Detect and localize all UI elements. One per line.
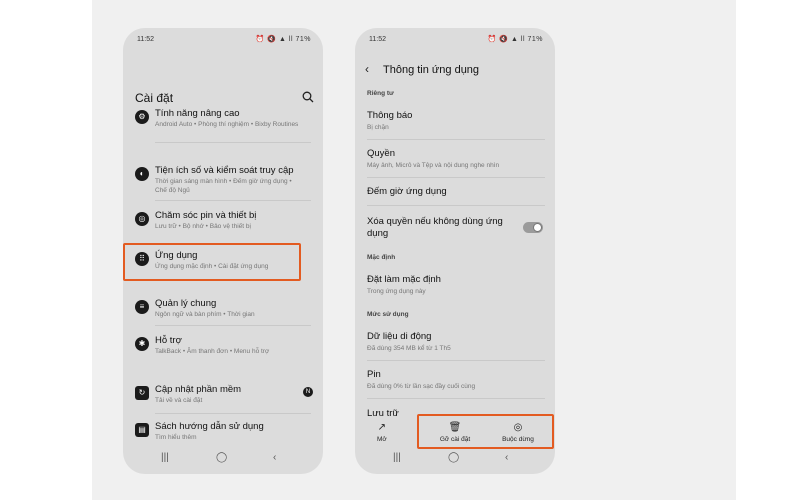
section-header-privacy: Riêng tư [367,90,394,97]
item-subtitle: Tìm hiểu thêm [155,434,197,441]
recent-apps-icon[interactable]: ||| [393,452,401,463]
user-manual-icon: ▤ [135,423,149,437]
page-title: Thông tin ứng dụng [383,64,480,76]
divider [155,200,311,201]
new-badge: N [303,387,313,397]
divider [367,205,545,206]
divider [367,398,545,399]
uninstall-forcestop-highlight-box [417,414,554,449]
open-button[interactable]: ↗ Mở [377,422,387,443]
status-time: 11:52 [369,35,386,43]
remove-permissions-toggle[interactable] [523,222,543,233]
remove-permissions-row[interactable]: Xóa quyền nếu không dùng ứng dụng [367,216,517,240]
mobile-data-row[interactable]: Dữ liệu di động [367,331,431,342]
gear-plus-icon: ⚙ [135,110,149,124]
apps-highlight-box [123,243,301,281]
notifications-row[interactable]: Thông báo [367,110,412,121]
home-icon[interactable]: ◯ [216,452,227,463]
status-bar: 11:52 ⏰ 🔇 ▲ ll 71% [137,34,311,44]
notifications-status: Bị chặn [367,124,389,131]
navigation-bar: ||| ◯ ‹ [123,452,323,466]
permissions-detail: Máy ảnh, Micrô và Tệp và nội dung nghe n… [367,162,500,169]
set-default-row[interactable]: Đặt làm mặc định [367,274,441,285]
battery-detail: Đã dùng 0% từ lần sạc đầy cuối cùng [367,383,476,390]
back-arrow-icon[interactable]: ‹ [365,62,369,76]
divider [155,325,311,326]
divider [367,360,545,361]
item-subtitle: Thời gian sáng màn hình • Đếm giờ ứng dụ… [155,178,292,194]
open-label: Mở [377,436,387,443]
general-management-icon: ≡ [135,300,149,314]
section-header-defaults: Mặc định [367,254,396,261]
search-icon[interactable] [301,90,315,104]
back-nav-icon[interactable]: ‹ [273,452,276,463]
software-update-icon: ↻ [135,386,149,400]
divider [367,139,545,140]
item-subtitle: Android Auto • Phòng thí nghiệm • Bixby … [155,121,299,128]
item-title: Cập nhật phần mềm [155,384,242,395]
accessibility-icon: ✱ [135,337,149,351]
item-title: Hỗ trợ [155,335,182,346]
divider [155,413,311,414]
recent-apps-icon[interactable]: ||| [161,452,169,463]
device-care-icon: ◎ [135,212,149,226]
back-nav-icon[interactable]: ‹ [505,452,508,463]
item-title: Chăm sóc pin và thiết bị [155,210,257,221]
section-header-usage: Mức sử dụng [367,311,409,318]
item-subtitle: Tải về và cài đặt [155,397,203,404]
page-title: Cài đặt [135,91,174,105]
item-title: Tiện ích số và kiểm soát truy cập [155,165,294,176]
status-icons: ⏰ 🔇 ▲ ll 71% [487,36,543,43]
item-subtitle: Ngôn ngữ và bàn phím • Thời gian [155,311,255,318]
item-title: Tính năng nâng cao [155,108,240,119]
item-title: Quản lý chung [155,298,217,309]
set-default-detail: Trong ứng dụng này [367,288,426,295]
divider [367,177,545,178]
app-info-phone-screen: 11:52 ⏰ 🔇 ▲ ll 71% ‹ Thông tin ứng dụng … [355,28,555,474]
battery-row[interactable]: Pin [367,369,381,380]
navigation-bar: ||| ◯ ‹ [355,452,555,466]
storage-row[interactable]: Lưu trữ [367,408,399,419]
home-icon[interactable]: ◯ [448,452,459,463]
permissions-row[interactable]: Quyền [367,148,395,159]
screen-time-row[interactable]: Đếm giờ ứng dụng [367,186,447,197]
item-subtitle: Lưu trữ • Bộ nhớ • Bảo vệ thiết bị [155,223,251,230]
status-time: 11:52 [137,35,154,43]
mobile-data-detail: Đã dùng 354 MB kể từ 1 Th5 [367,345,451,352]
open-external-icon: ↗ [377,422,387,433]
status-icons: ⏰ 🔇 ▲ ll 71% [255,36,311,43]
status-bar: 11:52 ⏰ 🔇 ▲ ll 71% [369,34,543,44]
item-title: Sách hướng dẫn sử dụng [155,421,264,432]
digital-wellbeing-icon: ◐ [135,167,149,181]
divider [155,142,311,143]
item-subtitle: TalkBack • Âm thanh đơn • Menu hỗ trợ [155,348,270,355]
